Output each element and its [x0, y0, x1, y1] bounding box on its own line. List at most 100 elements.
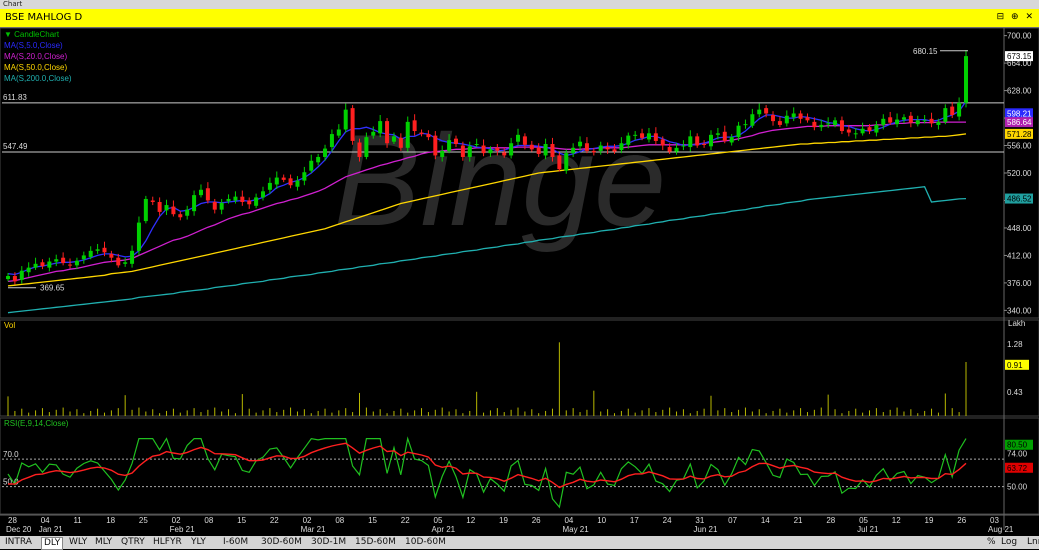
- candle-body: [130, 250, 135, 264]
- date-tick-label: 12: [892, 516, 901, 525]
- scale-lnr[interactable]: Lnr: [1025, 537, 1039, 548]
- candle-body: [267, 182, 272, 190]
- candle-body: [626, 135, 631, 145]
- candle-body: [722, 131, 727, 141]
- vol-label: Vol: [4, 321, 15, 330]
- candle-body: [357, 142, 362, 157]
- candle-body: [164, 205, 169, 211]
- candle-body: [640, 133, 645, 138]
- candle-body: [695, 136, 700, 146]
- candle-body: [474, 144, 479, 145]
- candle-body: [881, 118, 886, 125]
- scale-%[interactable]: %: [985, 537, 998, 548]
- candle-body: [702, 144, 707, 145]
- date-month-label: May 21: [562, 525, 589, 534]
- date-month-label: Mar 21: [301, 525, 326, 534]
- timeframe-bar: INTRA DLY WLY MLY QTRY HLFYR YLY I-60M 30D-60M 30…: [0, 536, 1039, 550]
- price-badge-label: 586.64: [1007, 118, 1032, 127]
- date-tick-label: 28: [8, 516, 17, 525]
- candle-body: [571, 147, 576, 154]
- vol-badge-label: 0.91: [1007, 361, 1023, 370]
- legend-1: MA(S,5.0,Close): [4, 41, 63, 50]
- date-tick-label: 08: [335, 516, 344, 525]
- hline-label: 547.49: [3, 142, 28, 151]
- candle-body: [12, 276, 17, 282]
- candle-body: [240, 196, 245, 202]
- candle-body: [805, 117, 810, 121]
- candle-body: [895, 119, 900, 125]
- price-tick-label: 376.00: [1007, 279, 1032, 288]
- candle-body: [247, 200, 252, 205]
- candle-body: [350, 108, 355, 141]
- candle-body: [143, 198, 148, 222]
- scale-log[interactable]: Log: [999, 537, 1019, 548]
- price-tick-label: 628.00: [1007, 87, 1032, 96]
- candle-body: [833, 120, 838, 125]
- candle-body: [433, 135, 438, 156]
- candle-body: [688, 136, 693, 148]
- candle-body: [323, 148, 328, 157]
- price-badge-label: 598.21: [1007, 109, 1032, 118]
- candle-body: [667, 147, 672, 152]
- range-10d-60m[interactable]: 10D-60M: [403, 537, 448, 548]
- timeframe-yly[interactable]: YLY: [189, 537, 208, 548]
- candle-body: [874, 124, 879, 133]
- candle-body: [123, 262, 128, 264]
- candle-body: [102, 247, 107, 253]
- date-tick-label: 02: [172, 516, 181, 525]
- price-tick-label: 340.00: [1007, 306, 1032, 315]
- timeframe-intra[interactable]: INTRA: [3, 537, 34, 548]
- vol-tick-label: 1.28: [1007, 340, 1023, 349]
- candle-body: [336, 129, 341, 136]
- candle-body: [612, 149, 617, 152]
- timeframe-dly[interactable]: DLY: [41, 537, 64, 550]
- price-tick-label: 556.00: [1007, 142, 1032, 151]
- candle-body: [95, 249, 100, 251]
- timeframe-hlfyr[interactable]: HLFYR: [151, 537, 184, 548]
- date-tick-label: 05: [434, 516, 443, 525]
- range-15d-60m[interactable]: 15D-60M: [353, 537, 398, 548]
- candle-body: [826, 123, 831, 125]
- candle-body: [371, 131, 376, 136]
- date-month-label: Dec 20: [6, 525, 32, 534]
- date-tick-label: 18: [106, 516, 115, 525]
- date-tick-label: 31: [695, 516, 704, 525]
- candle-body: [867, 127, 872, 132]
- candle-body: [543, 144, 548, 156]
- timeframe-qtry[interactable]: QTRY: [119, 537, 147, 548]
- legend-3: MA(S,50.0,Close): [4, 63, 67, 72]
- rsi-tick-label: 50.00: [1007, 483, 1028, 492]
- range-30d-60m[interactable]: 30D-60M: [259, 537, 304, 548]
- range-30d-1m[interactable]: 30D-1M: [309, 537, 348, 548]
- candle-body: [412, 120, 417, 132]
- chart-canvas[interactable]: Binge700.00664.00628.00592.00556.00520.0…: [0, 0, 1039, 549]
- candle-body: [750, 114, 755, 126]
- candle-body: [329, 134, 334, 148]
- candle-body: [109, 253, 114, 258]
- panel-1: [0, 319, 1039, 417]
- candle-body: [157, 202, 162, 212]
- price-tick-label: 520.00: [1007, 169, 1032, 178]
- candle-body: [467, 146, 472, 157]
- candle-body: [771, 115, 776, 122]
- range-i-60m[interactable]: I-60M: [221, 537, 250, 548]
- candle-body: [798, 113, 803, 119]
- date-month-label: Feb 21: [170, 525, 195, 534]
- candle-body: [646, 133, 651, 140]
- candle-body: [522, 136, 527, 145]
- candle-body: [957, 102, 962, 117]
- candle-body: [171, 206, 176, 215]
- candle-body: [915, 120, 920, 125]
- timeframe-wly[interactable]: WLY: [67, 537, 89, 548]
- high-label: 680.15: [913, 47, 938, 56]
- candle-body: [419, 132, 424, 135]
- candle-body: [516, 134, 521, 142]
- timeframe-mly[interactable]: MLY: [93, 537, 114, 548]
- date-tick-label: 12: [466, 516, 475, 525]
- candle-body: [488, 149, 493, 154]
- candle-body: [784, 115, 789, 124]
- candle-body: [150, 200, 155, 202]
- candle-body: [591, 150, 596, 153]
- vol-tick-label: 0.43: [1007, 388, 1023, 397]
- candle-body: [509, 143, 514, 156]
